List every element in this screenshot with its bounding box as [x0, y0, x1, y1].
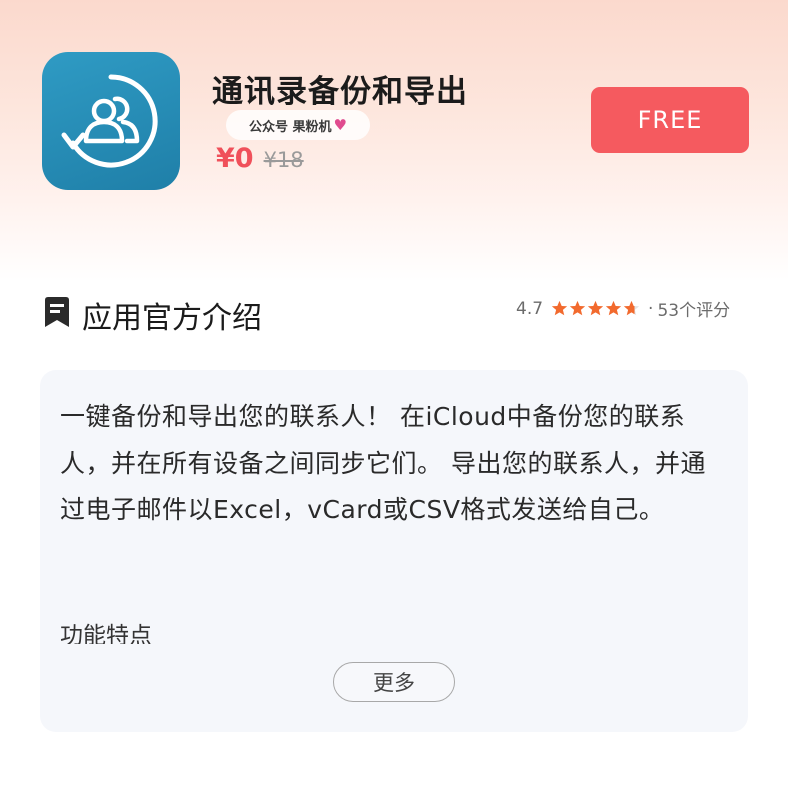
- feature-heading: 功能特点: [60, 623, 152, 644]
- star-full-icon: [605, 300, 622, 316]
- app-icon: [42, 52, 180, 190]
- description-card: 一键备份和导出您的联系人！ 在iCloud中备份您的联系人，并在所有设备之间同步…: [40, 370, 748, 732]
- more-button[interactable]: 更多: [333, 662, 455, 702]
- current-price: ¥0: [216, 143, 254, 174]
- price-row: ¥0 ¥18: [216, 143, 304, 174]
- original-price: ¥18: [263, 148, 304, 172]
- rating-separator: ·: [648, 298, 654, 319]
- rating-stars: [551, 300, 640, 317]
- rating-score: 4.7: [516, 298, 544, 319]
- star-partial-icon: [623, 300, 640, 316]
- free-button[interactable]: FREE: [591, 87, 749, 153]
- star-full-icon: [551, 300, 568, 316]
- book-icon: [44, 296, 70, 328]
- heart-icon: ♥: [333, 116, 347, 134]
- section-title: 应用官方介绍: [82, 301, 262, 336]
- star-full-icon: [569, 300, 586, 316]
- app-title: 通讯录备份和导出: [212, 74, 468, 110]
- description-text: 一键备份和导出您的联系人！ 在iCloud中备份您的联系人，并在所有设备之间同步…: [60, 402, 706, 524]
- watermark-text: 公众号 果粉机: [249, 119, 332, 135]
- rating-count: 53个评分: [657, 301, 731, 321]
- watermark-badge: 公众号 果粉机 ♥: [226, 110, 370, 140]
- rating-summary[interactable]: 4.7 · 53个评分: [516, 296, 731, 322]
- contacts-backup-icon: [61, 74, 158, 168]
- star-full-icon: [587, 300, 604, 316]
